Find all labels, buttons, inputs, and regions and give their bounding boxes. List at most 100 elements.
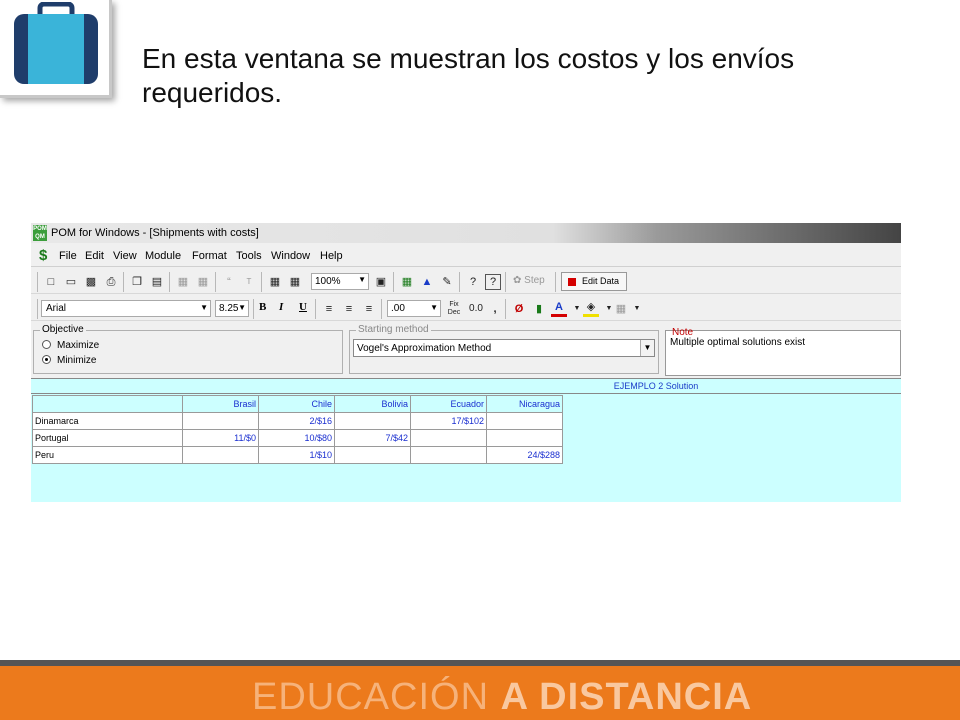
table-row[interactable]: Dinamarca 2/$16 17/$102 xyxy=(32,412,563,430)
italic-button[interactable]: I xyxy=(279,301,283,313)
footer-title-light: EDUCACIÓN xyxy=(252,676,501,718)
toolbar-separator xyxy=(123,272,124,292)
font-color-icon[interactable]: A xyxy=(551,301,567,317)
table-cell[interactable]: 2/$16 xyxy=(258,412,335,430)
chevron-down-icon[interactable]: ▼ xyxy=(629,301,645,317)
chevron-down-icon: ▼ xyxy=(238,303,246,312)
table-cell[interactable] xyxy=(182,412,259,430)
columns-icon[interactable]: ▦ xyxy=(287,274,303,290)
decimals-select[interactable]: .00 ▼ xyxy=(387,300,441,317)
toolbar-grip xyxy=(37,299,38,319)
bars-icon[interactable]: ▮ xyxy=(531,301,547,317)
full-screen-icon[interactable]: ▣ xyxy=(373,274,389,290)
zero-decimal-button[interactable]: 0.0 xyxy=(467,301,485,317)
toolbar-separator xyxy=(555,272,556,292)
menu-tools[interactable]: Tools xyxy=(236,250,262,262)
table-cell[interactable] xyxy=(486,429,563,447)
objective-group: Objective Maximize Minimize xyxy=(33,324,343,374)
font-value: Arial xyxy=(46,303,67,314)
edit-data-button[interactable]: Edit Data xyxy=(561,272,627,291)
table-cell[interactable]: 17/$102 xyxy=(410,412,487,430)
column-header[interactable]: Nicaragua xyxy=(486,395,563,413)
zoom-select[interactable]: 100% ▼ xyxy=(311,273,369,290)
starting-method-legend: Starting method xyxy=(356,324,431,335)
menu-file[interactable]: File xyxy=(59,250,77,262)
zero-slash-icon[interactable]: Ø xyxy=(511,301,527,317)
help-icon[interactable]: ? xyxy=(485,274,501,290)
bold-button[interactable]: B xyxy=(259,301,266,313)
fill-color-icon[interactable]: ◈ xyxy=(583,301,599,317)
menu-format[interactable]: Format xyxy=(192,250,227,262)
options-panel: Objective Maximize Minimize Starting met… xyxy=(31,322,901,377)
table-cell[interactable]: 1/$10 xyxy=(258,446,335,464)
pen-icon[interactable]: ✎ xyxy=(439,274,455,290)
column-header[interactable]: Ecuador xyxy=(410,395,487,413)
align-left-icon[interactable]: ≡ xyxy=(321,301,337,317)
align-right-icon[interactable]: ≡ xyxy=(361,301,377,317)
table-cell[interactable] xyxy=(182,446,259,464)
align-center-icon[interactable]: ≡ xyxy=(341,301,357,317)
new-file-icon[interactable]: □ xyxy=(43,274,59,290)
row-header[interactable]: Dinamarca xyxy=(32,412,183,430)
step-label: Step xyxy=(524,275,545,286)
menu-view[interactable]: View xyxy=(113,250,137,262)
save-icon[interactable]: ▩ xyxy=(83,274,99,290)
table-cell[interactable]: 24/$288 xyxy=(486,446,563,464)
paste-icon[interactable]: ▤ xyxy=(149,274,165,290)
app-icon[interactable]: POM QM xyxy=(33,225,47,241)
table-cell[interactable]: 11/$0 xyxy=(182,429,259,447)
footer-title: EDUCACIÓN A DISTANCIA xyxy=(252,676,752,719)
minimize-radio[interactable]: Minimize xyxy=(42,355,96,366)
table-cell[interactable]: 7/$42 xyxy=(334,429,411,447)
menu-edit[interactable]: Edit xyxy=(85,250,104,262)
calculator-icon[interactable]: ▦ xyxy=(399,274,415,290)
grid-delete-icon[interactable]: ▦ xyxy=(195,274,211,290)
maximize-radio[interactable]: Maximize xyxy=(42,340,99,351)
menu-bar: $ File Edit View Module Format Tools Win… xyxy=(31,245,901,267)
chevron-down-icon: ▼ xyxy=(200,303,208,312)
table-row[interactable]: Portugal 11/$0 10/$80 7/$42 xyxy=(32,429,563,447)
font-size-select[interactable]: 8.25 ▼ xyxy=(215,300,249,317)
graph-icon[interactable]: ▲ xyxy=(419,274,435,290)
row-header[interactable]: Peru xyxy=(32,446,183,464)
table-cell[interactable] xyxy=(410,429,487,447)
column-header[interactable]: Bolivia xyxy=(334,395,411,413)
toolbar-separator xyxy=(505,272,506,292)
row-header[interactable]: Portugal xyxy=(32,429,183,447)
table-cell[interactable] xyxy=(486,412,563,430)
maximize-label: Maximize xyxy=(57,340,100,351)
column-header[interactable]: Brasil xyxy=(182,395,259,413)
starting-method-select[interactable]: Vogel's Approximation Method ▼ xyxy=(353,339,655,357)
edit-data-label: Edit Data xyxy=(582,276,620,286)
menu-module[interactable]: Module xyxy=(145,250,181,262)
solution-title: EJEMPLO 2 Solution xyxy=(31,378,901,394)
help-pointer-icon[interactable]: ? xyxy=(465,274,481,290)
grid-insert-icon[interactable]: ▦ xyxy=(175,274,191,290)
table-cell[interactable]: 10/$80 xyxy=(258,429,335,447)
minimize-label: Minimize xyxy=(57,355,97,366)
table-row[interactable]: Peru 1/$10 24/$288 xyxy=(32,446,563,464)
copy-icon[interactable]: ❐ xyxy=(129,274,145,290)
title-icon[interactable]: T xyxy=(241,274,257,290)
step-button[interactable]: ✿ Step xyxy=(513,275,545,286)
print-icon[interactable]: ⎙ xyxy=(103,274,119,290)
comma-button[interactable]: , xyxy=(487,301,503,317)
column-header[interactable]: Chile xyxy=(258,395,335,413)
footer-bar: EDUCACIÓN A DISTANCIA xyxy=(0,660,960,720)
table-icon[interactable]: ▦ xyxy=(267,274,283,290)
quote-icon[interactable]: “ xyxy=(221,274,237,290)
borders-icon[interactable]: ▦ xyxy=(613,301,629,317)
table-cell[interactable] xyxy=(334,446,411,464)
table-cell[interactable] xyxy=(334,412,411,430)
objective-legend: Objective xyxy=(40,324,86,335)
title-bar[interactable]: POM QM POM for Windows - [Shipments with… xyxy=(31,223,901,243)
menu-help[interactable]: Help xyxy=(320,250,343,262)
menu-window[interactable]: Window xyxy=(271,250,310,262)
font-select[interactable]: Arial ▼ xyxy=(41,300,211,317)
underline-button[interactable]: U xyxy=(299,301,307,313)
chevron-down-icon: ▼ xyxy=(430,303,438,312)
table-cell[interactable] xyxy=(410,446,487,464)
fix-dec-button[interactable]: Fix Dec xyxy=(445,301,463,317)
format-toolbar: Arial ▼ 8.25 ▼ B I U ≡ ≡ ≡ .00 ▼ Fix Dec 0.… xyxy=(31,296,901,321)
open-folder-icon[interactable]: ▭ xyxy=(63,274,79,290)
